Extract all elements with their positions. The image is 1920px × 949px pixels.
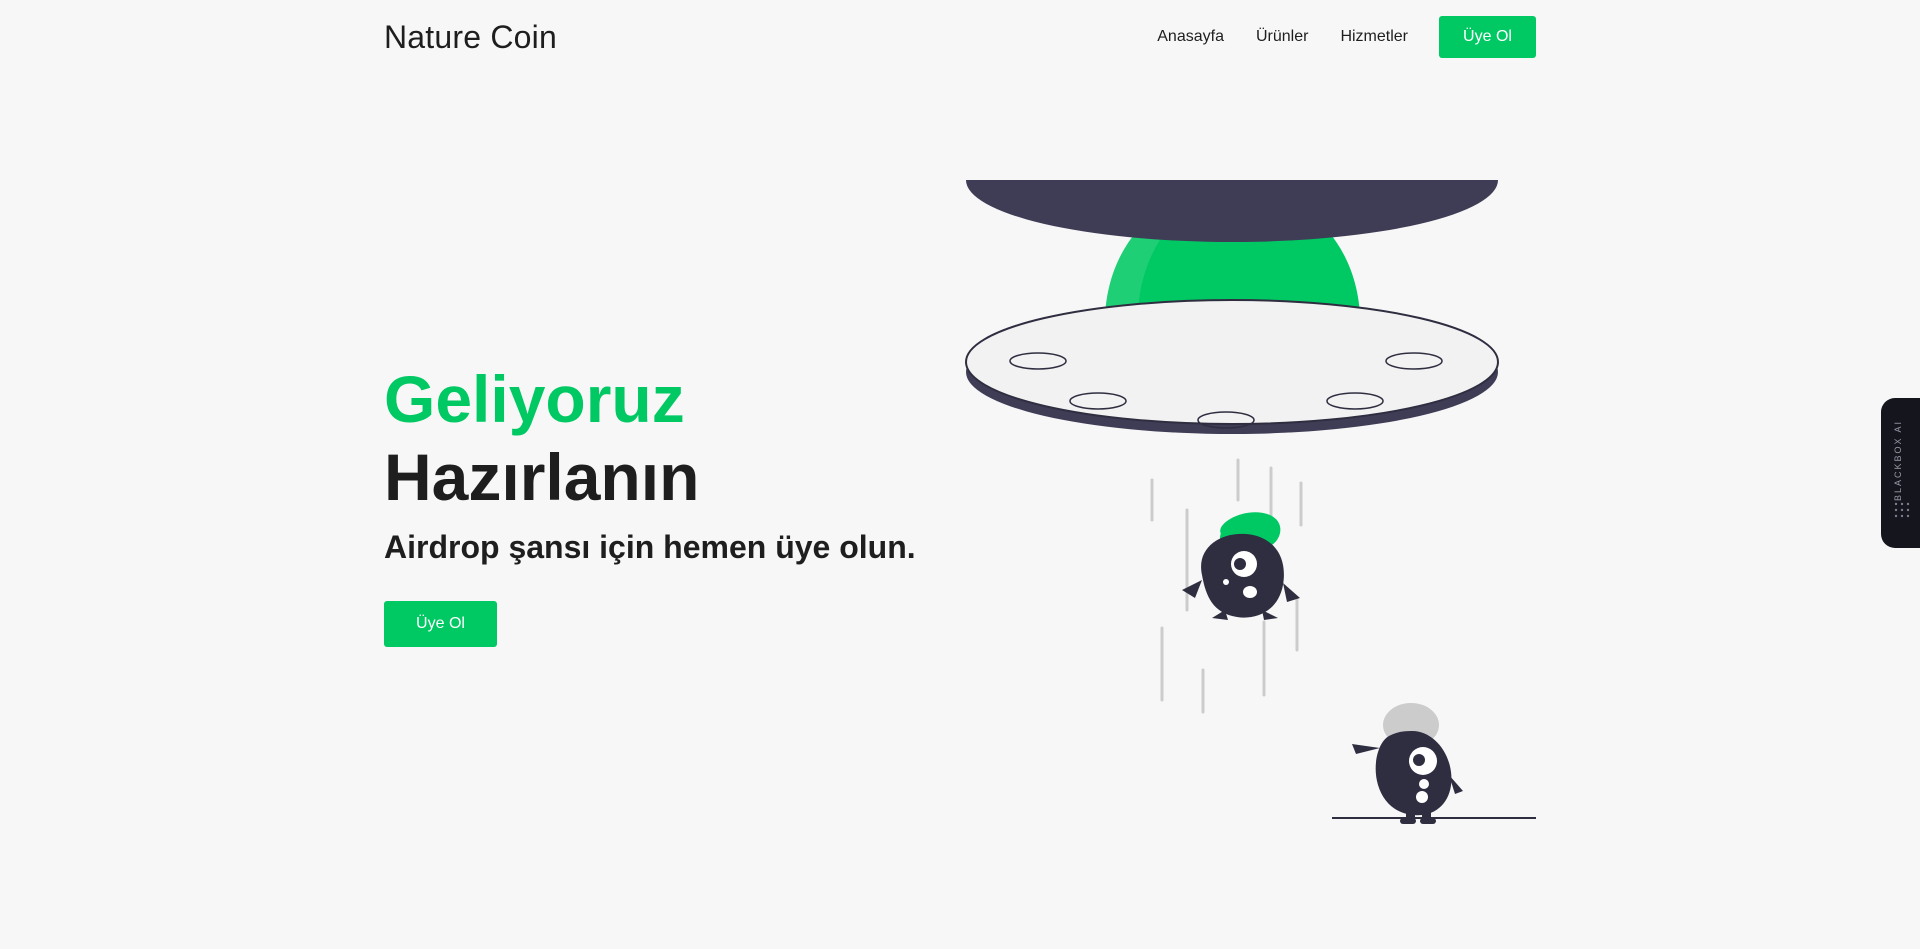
hero-title-green: Geliyoruz [384, 362, 685, 436]
header-signup-button[interactable]: Üye Ol [1439, 16, 1536, 58]
brand-logo-text[interactable]: Nature Coin [384, 19, 557, 56]
standing-alien [1352, 703, 1463, 824]
dot-grid-icon [1894, 502, 1910, 518]
abducted-alien [1182, 512, 1300, 620]
blackbox-ai-label: BLACKBOX AI [1893, 420, 1903, 502]
main-nav: Anasayfa Ürünler Hizmetler Üye Ol [1157, 16, 1536, 58]
hero-subtitle: Airdrop şansı için hemen üye olun. [384, 529, 916, 565]
nav-link-products[interactable]: Ürünler [1256, 28, 1308, 46]
nav-link-services[interactable]: Hizmetler [1340, 28, 1408, 46]
nav-link-home[interactable]: Anasayfa [1157, 28, 1224, 46]
ufo-illustration [965, 180, 1536, 824]
hero-title-dark: Hazırlanın [384, 440, 700, 514]
landing-page: Nature Coin Anasayfa Ürünler Hizmetler Ü… [0, 0, 1920, 949]
hero-signup-button[interactable]: Üye Ol [384, 601, 497, 647]
site-header: Nature Coin Anasayfa Ürünler Hizmetler Ü… [384, 0, 1536, 74]
blackbox-ai-widget[interactable]: BLACKBOX AI [1881, 398, 1920, 548]
ufo-saucer [965, 180, 1499, 434]
hero-section: Geliyoruz Hazırlanın Airdrop şansı için … [384, 360, 916, 647]
